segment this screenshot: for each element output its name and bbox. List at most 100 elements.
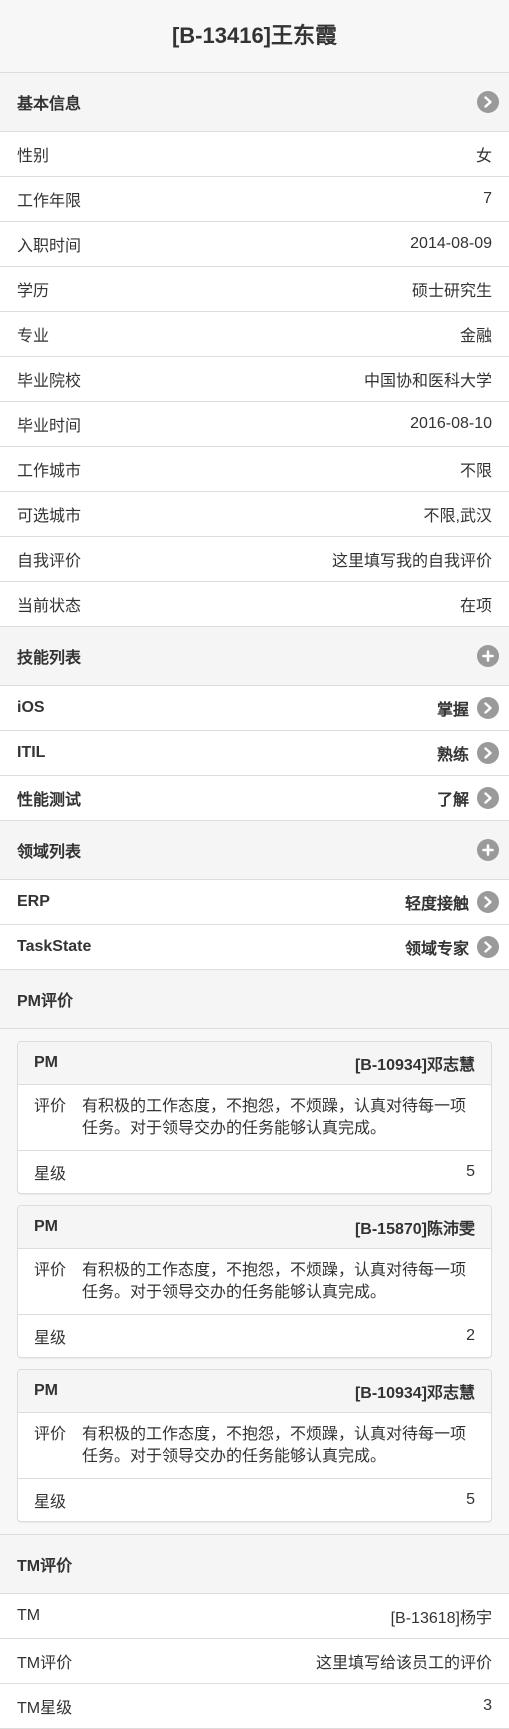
reviewer-name: [B-10934]邓志慧 [354,1385,475,1402]
info-row-self-evaluation: 自我评价 这里填写我的自我评价 [0,537,509,582]
info-row-gender: 性别 女 [0,132,509,177]
tm-review-header-label: TM评价 [17,1558,73,1575]
row-value: 在项 [459,598,492,615]
skill-name: 性能测试 [17,792,82,809]
evaluation-text: 有积极的工作态度，不抱怨，不烦躁，认真对待每一项任务。对于领导交办的任务能够认真… [82,1262,467,1301]
reviewer-name: [B-10934]邓志慧 [354,1057,475,1074]
pm-review-card-header: PM [B-10934]邓志慧 [18,1042,491,1085]
chevron-right-icon[interactable] [477,891,499,913]
basic-info-panel: 基本信息 性别 女 工作年限 7 入职时间 2014-08-09 学历 硕士研究生 专业… [0,72,509,1729]
evaluation-label: 评价 [34,1426,67,1443]
row-label: TM [17,1607,41,1624]
row-value: 不限 [459,463,492,480]
chevron-right-icon[interactable] [477,91,499,113]
row-value: 这里填写给该员工的评价 [315,1655,492,1672]
tm-review-header: TM评价 [0,1535,509,1594]
info-row-school: 毕业院校 中国协和医科大学 [0,357,509,402]
skills-header-label: 技能列表 [17,650,82,667]
pm-reviews-header: PM评价 [0,970,509,1029]
pm-review-card-header: PM [B-10934]邓志慧 [18,1370,491,1413]
evaluation-text: 有积极的工作态度，不抱怨，不烦躁，认真对待每一项任务。对于领导交办的任务能够认真… [82,1426,467,1465]
pm-review-card: PM [B-10934]邓志慧 评价 有积极的工作态度，不抱怨，不烦躁，认真对待… [17,1369,492,1522]
tm-row-stars: TM星级 3 [0,1684,509,1729]
basic-info-header[interactable]: 基本信息 [0,73,509,132]
row-value: 金融 [459,328,492,345]
pm-review-card-body: 评价 有积极的工作态度，不抱怨，不烦躁，认真对待每一项任务。对于领导交办的任务能… [18,1413,491,1479]
reviewer-role: PM [34,1382,58,1399]
row-value: 这里填写我的自我评价 [331,553,492,570]
plus-icon[interactable] [477,839,499,861]
skill-level: 了解 [436,792,469,809]
chevron-right-icon[interactable] [477,697,499,719]
row-value: 硕士研究生 [411,283,492,300]
row-label: 自我评价 [17,553,82,570]
domains-header-label: 领域列表 [17,844,82,861]
row-label: 入职时间 [17,238,82,255]
row-value: [B-13618]杨宇 [390,1610,492,1627]
star-label: 星级 [34,1494,67,1511]
row-value: 7 [483,190,492,207]
skill-level: 熟练 [436,747,469,764]
row-label: 当前状态 [17,598,82,615]
reviewer-role: PM [34,1054,58,1071]
skill-row[interactable]: ITIL 熟练 [0,731,509,776]
domain-row[interactable]: TaskState 领域专家 [0,925,509,970]
domain-name: ERP [17,893,50,910]
pm-review-card-footer: 星级 2 [18,1315,491,1357]
domain-level: 领域专家 [404,941,469,958]
info-row-work-years: 工作年限 7 [0,177,509,222]
tm-row-evaluation: TM评价 这里填写给该员工的评价 [0,1639,509,1684]
row-label: 工作年限 [17,193,82,210]
domain-name: TaskState [17,938,92,955]
row-label: 性别 [17,148,50,165]
star-label: 星级 [34,1166,67,1183]
domain-row[interactable]: ERP 轻度接触 [0,880,509,925]
pm-review-card-footer: 星级 5 [18,1151,491,1193]
info-row-work-city: 工作城市 不限 [0,447,509,492]
row-value: 不限,武汉 [423,508,492,525]
row-label: 工作城市 [17,463,82,480]
skill-row[interactable]: 性能测试 了解 [0,776,509,821]
basic-info-header-label: 基本信息 [17,96,82,113]
tm-row-reviewer: TM [B-13618]杨宇 [0,1594,509,1639]
info-row-graduation-date: 毕业时间 2016-08-10 [0,402,509,447]
plus-icon[interactable] [477,645,499,667]
row-value: 2016-08-10 [410,415,492,432]
skill-row[interactable]: iOS 掌握 [0,686,509,731]
row-value: 2014-08-09 [410,235,492,252]
chevron-right-icon[interactable] [477,787,499,809]
star-value: 5 [466,1163,475,1180]
pm-reviews-list: PM [B-10934]邓志慧 评价 有积极的工作态度，不抱怨，不烦躁，认真对待… [0,1029,509,1535]
row-value: 3 [483,1697,492,1714]
row-label: TM星级 [17,1700,73,1717]
star-label: 星级 [34,1330,67,1347]
pm-review-card-header: PM [B-15870]陈沛雯 [18,1206,491,1249]
pm-reviews-header-label: PM评价 [17,993,74,1010]
reviewer-role: PM [34,1218,58,1235]
pm-review-card-body: 评价 有积极的工作态度，不抱怨，不烦躁，认真对待每一项任务。对于领导交办的任务能… [18,1085,491,1151]
info-row-major: 专业 金融 [0,312,509,357]
evaluation-text: 有积极的工作态度，不抱怨，不烦躁，认真对待每一项任务。对于领导交办的任务能够认真… [82,1098,467,1137]
skill-name: ITIL [17,744,46,761]
skill-name: iOS [17,699,45,716]
skill-level: 掌握 [436,702,469,719]
info-row-hire-date: 入职时间 2014-08-09 [0,222,509,267]
chevron-right-icon[interactable] [477,936,499,958]
evaluation-label: 评价 [34,1262,67,1279]
page-title: [B-13416]王东霞 [171,23,338,48]
row-value: 女 [475,148,492,165]
pm-review-card-footer: 星级 5 [18,1479,491,1521]
chevron-right-icon[interactable] [477,742,499,764]
row-label: 毕业时间 [17,418,82,435]
evaluation-label: 评价 [34,1098,67,1115]
row-label: 毕业院校 [17,373,82,390]
row-label: 可选城市 [17,508,82,525]
pm-review-card-body: 评价 有积极的工作态度，不抱怨，不烦躁，认真对待每一项任务。对于领导交办的任务能… [18,1249,491,1315]
star-value: 2 [466,1327,475,1344]
row-label: 学历 [17,283,50,300]
info-row-current-status: 当前状态 在项 [0,582,509,627]
pm-review-card: PM [B-10934]邓志慧 评价 有积极的工作态度，不抱怨，不烦躁，认真对待… [17,1041,492,1194]
row-value: 中国协和医科大学 [363,373,492,390]
domains-header: 领域列表 [0,821,509,880]
info-row-education: 学历 硕士研究生 [0,267,509,312]
